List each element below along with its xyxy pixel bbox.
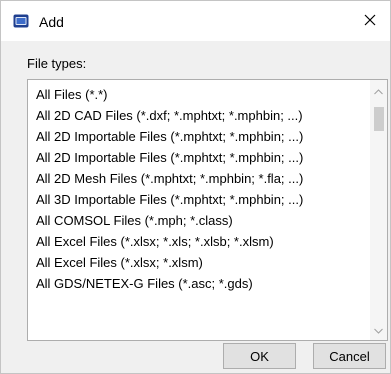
list-item[interactable]: All 3D Importable Files (*.mphtxt; *.mph… <box>28 189 372 210</box>
chevron-up-icon <box>374 83 383 98</box>
close-icon <box>364 14 376 29</box>
scroll-down-button[interactable] <box>370 321 387 338</box>
list-item[interactable]: All COMSOL Files (*.mph; *.class) <box>28 210 372 231</box>
cancel-button[interactable]: Cancel <box>313 343 386 369</box>
scroll-thumb[interactable] <box>374 107 384 131</box>
title-bar: Add <box>1 1 390 41</box>
vertical-scrollbar[interactable] <box>370 80 387 340</box>
list-item[interactable]: All 2D CAD Files (*.dxf; *.mphtxt; *.mph… <box>28 105 372 126</box>
file-types-label: File types: <box>27 56 87 71</box>
file-types-listbox[interactable]: All Files (*.*) All 2D CAD Files (*.dxf;… <box>27 79 388 341</box>
scroll-up-button[interactable] <box>370 82 387 99</box>
add-dialog: Add File types: All Files (*.*) All 2D C… <box>0 0 391 374</box>
list-item[interactable]: All Files (*.*) <box>28 84 372 105</box>
list-item[interactable]: All 2D Importable Files (*.mphtxt; *.mph… <box>28 147 372 168</box>
close-button[interactable] <box>350 1 390 41</box>
list-item[interactable]: All Excel Files (*.xlsx; *.xlsm) <box>28 252 372 273</box>
dialog-title: Add <box>39 14 64 30</box>
ok-button[interactable]: OK <box>223 343 296 369</box>
chevron-down-icon <box>374 322 383 337</box>
list-item[interactable]: All 2D Importable Files (*.mphtxt; *.mph… <box>28 126 372 147</box>
list-item[interactable]: All Excel Files (*.xlsx; *.xls; *.xlsb; … <box>28 231 372 252</box>
list-item[interactable]: All GDS/NETEX-G Files (*.asc; *.gds) <box>28 273 372 294</box>
list-item[interactable]: All 2D Mesh Files (*.mphtxt; *.mphbin; *… <box>28 168 372 189</box>
file-types-list: All Files (*.*) All 2D CAD Files (*.dxf;… <box>28 84 372 294</box>
dialog-app-icon <box>13 13 29 29</box>
